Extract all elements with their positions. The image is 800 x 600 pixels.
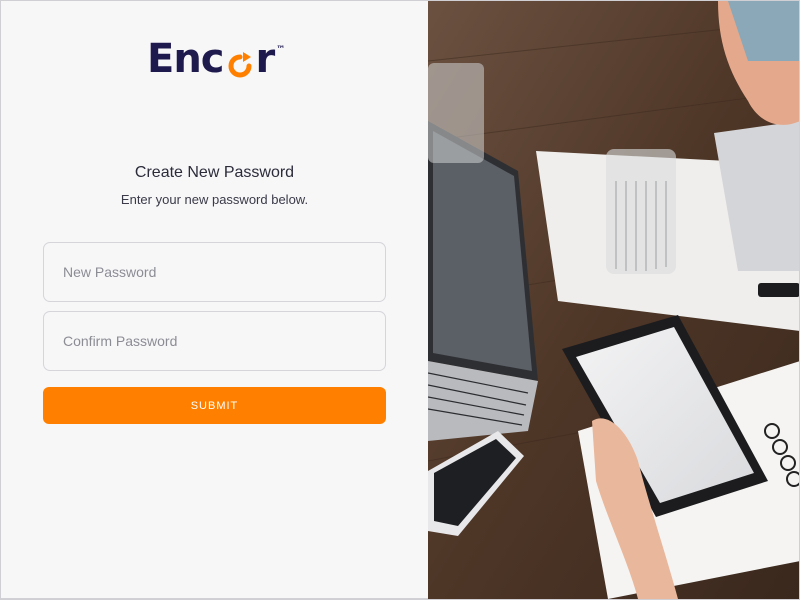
form-panel: Enc r ™ Create New Password Enter your n… bbox=[1, 1, 428, 599]
submit-button[interactable]: SUBMIT bbox=[43, 387, 386, 424]
new-password-input[interactable] bbox=[44, 243, 385, 301]
confirm-password-input[interactable] bbox=[44, 312, 385, 370]
trademark-mark: ™ bbox=[276, 45, 286, 55]
encor-logo: Enc r ™ bbox=[147, 35, 285, 83]
confirm-password-field[interactable] bbox=[43, 311, 386, 371]
workspace-photo-icon bbox=[428, 1, 799, 599]
logo-text-suffix: r bbox=[255, 36, 276, 82]
page-title: Create New Password bbox=[134, 164, 295, 181]
logo-text-prefix: Enc bbox=[147, 36, 225, 82]
page-subtitle: Enter your new password below. bbox=[120, 192, 309, 207]
hero-image bbox=[428, 1, 799, 599]
new-password-field[interactable] bbox=[43, 242, 386, 302]
login-frame: Enc r ™ Create New Password Enter your n… bbox=[0, 0, 800, 600]
logo-o-icon bbox=[228, 52, 252, 78]
